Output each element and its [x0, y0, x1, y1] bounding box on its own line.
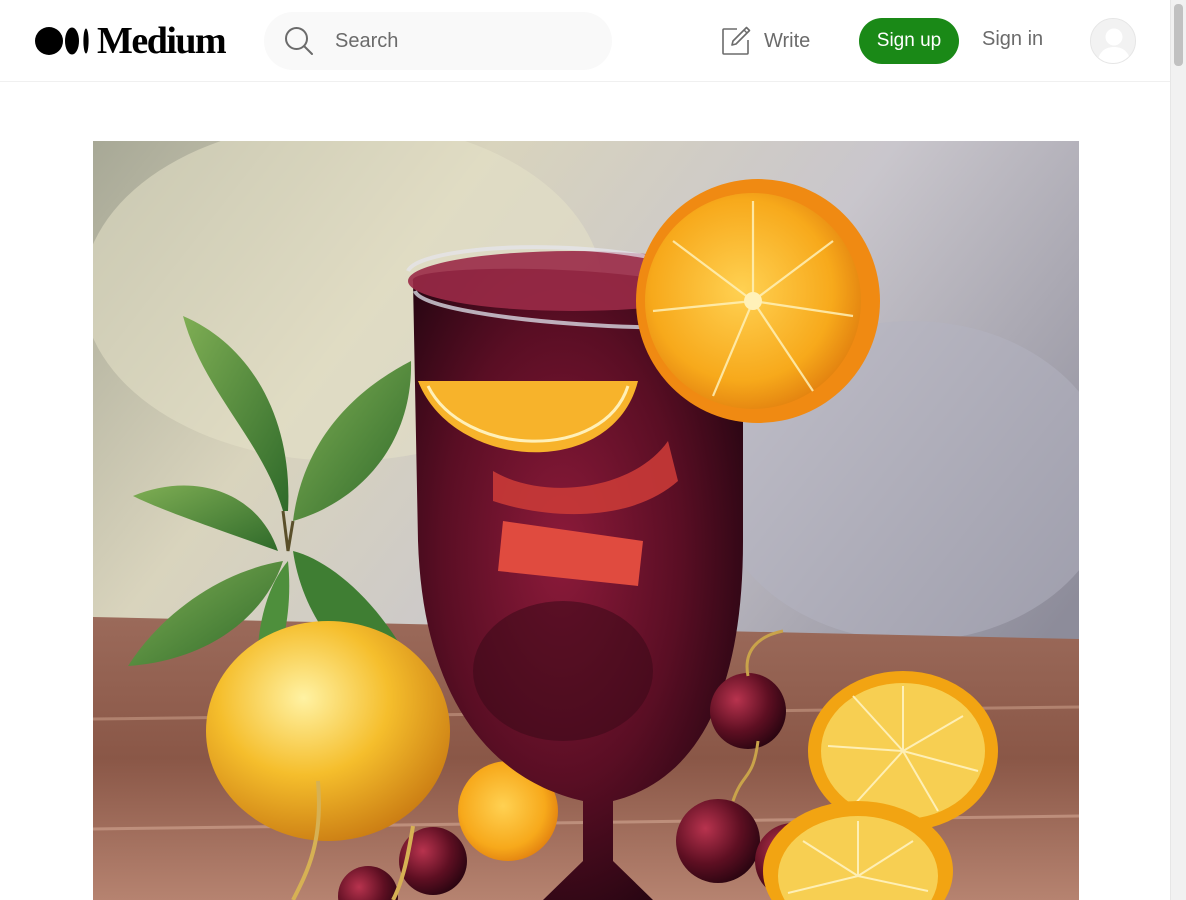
write-label: Write — [764, 29, 811, 52]
medium-logo-text: Medium — [97, 20, 227, 62]
top-navigation-bar: Medium Write Sign up Sign in — [0, 0, 1170, 82]
avatar[interactable] — [1090, 18, 1136, 64]
search-icon — [284, 26, 314, 56]
search-bar[interactable] — [264, 12, 612, 70]
sangria-painting — [93, 141, 1079, 900]
page-scrollbar[interactable] — [1170, 0, 1186, 900]
search-input[interactable] — [333, 28, 577, 54]
article-hero-image — [93, 141, 1079, 900]
orange-slice-rim — [636, 179, 880, 423]
sign-in-link[interactable]: Sign in — [982, 28, 1043, 51]
sign-up-button[interactable]: Sign up — [859, 18, 959, 64]
scrollbar-thumb[interactable] — [1174, 4, 1183, 66]
write-button[interactable]: Write — [720, 24, 810, 58]
lemon-whole — [206, 621, 450, 841]
medium-logo-icon — [35, 26, 91, 56]
medium-article-page: Medium Write Sign up Sign in — [0, 0, 1186, 900]
write-icon — [720, 25, 752, 57]
user-avatar-icon — [1091, 19, 1135, 63]
medium-logo[interactable]: Medium — [35, 20, 227, 62]
